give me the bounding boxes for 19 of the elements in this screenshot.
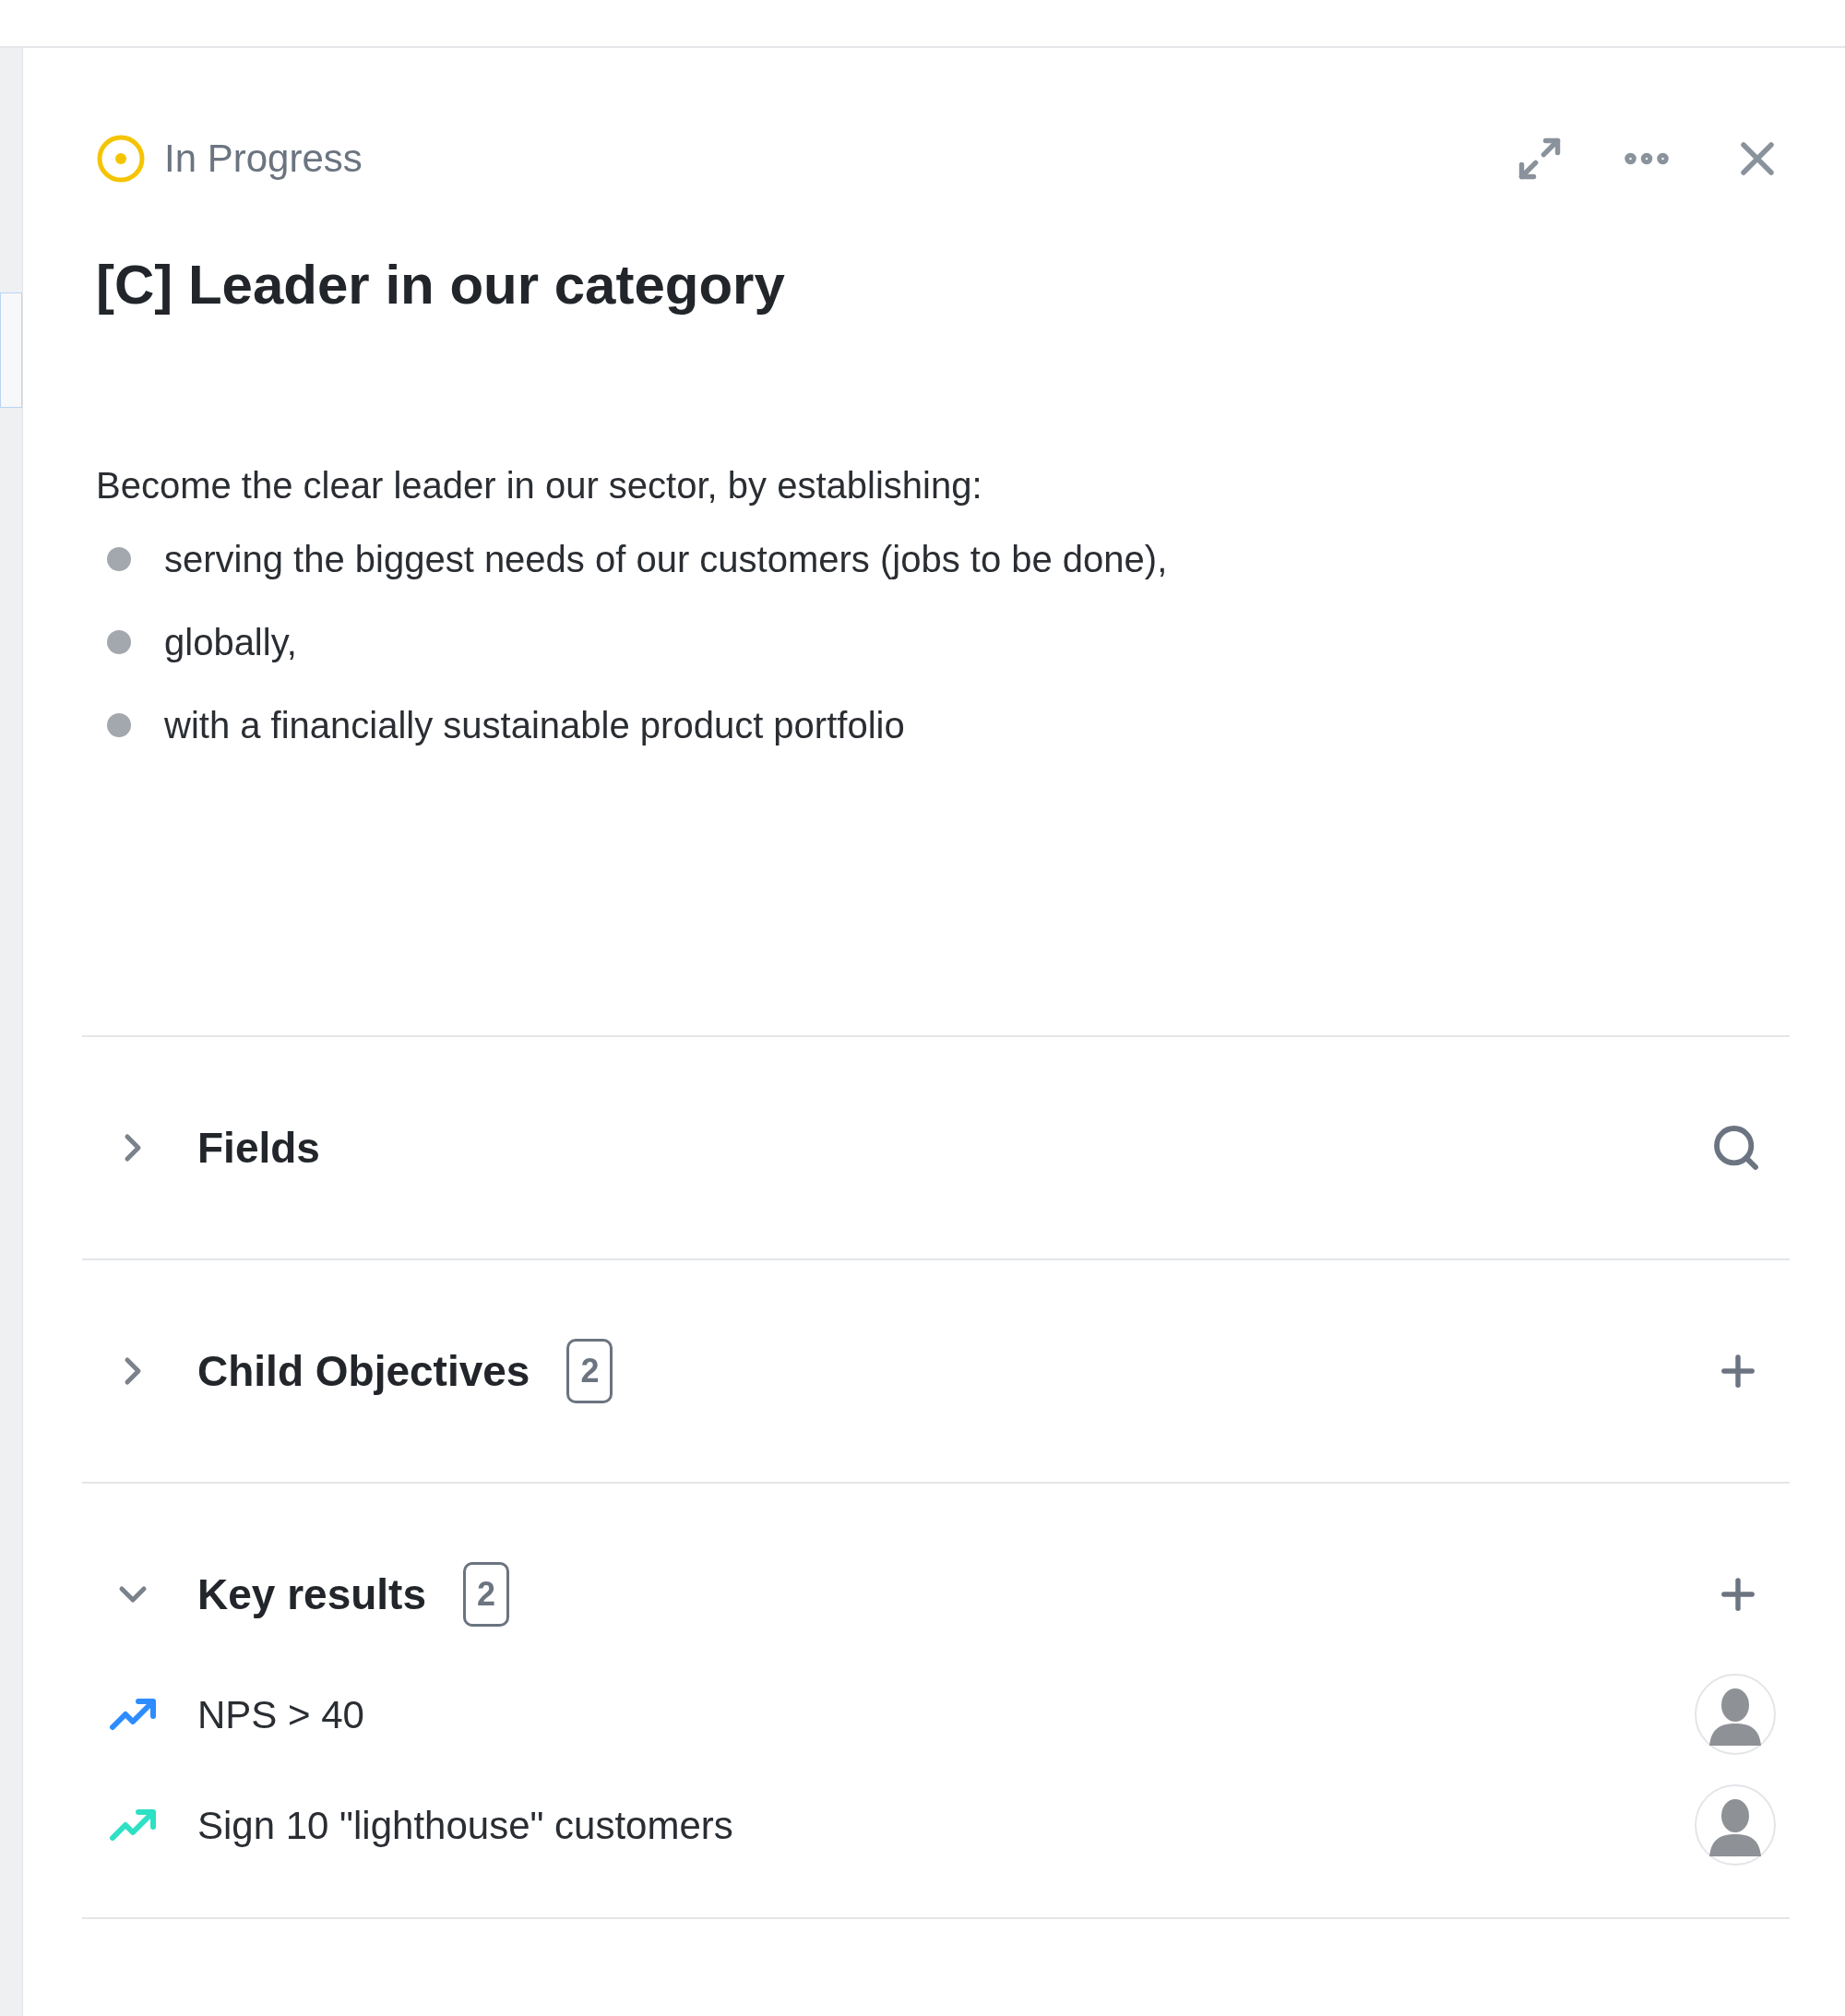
avatar-icon[interactable]	[1695, 1784, 1776, 1866]
key-result-label[interactable]: Sign 10 "lighthouse" customers	[197, 1795, 733, 1855]
description-bullet: serving the biggest needs of our customers (jobs to be done),	[164, 538, 1168, 581]
description-bullet: globally,	[164, 621, 297, 664]
description-intro: Become the clear leader in our sector, by establishing:	[96, 464, 983, 507]
count-badge: 2	[566, 1339, 613, 1403]
key-result-label[interactable]: NPS > 40	[197, 1685, 364, 1744]
bullet-icon	[107, 547, 131, 571]
section-title[interactable]: Child Objectives	[197, 1339, 530, 1403]
description-bullet: with a financially sustainable product portfolio	[164, 704, 905, 747]
status-label[interactable]: In Progress	[164, 129, 363, 187]
avatar-icon[interactable]	[1695, 1674, 1776, 1755]
status-icon	[96, 133, 146, 184]
section-title[interactable]: Key results	[197, 1562, 426, 1627]
bullet-icon	[107, 713, 131, 737]
section-title[interactable]: Fields	[197, 1115, 320, 1180]
bullet-icon	[107, 630, 131, 654]
count-badge: 2	[463, 1562, 510, 1627]
objective-title: [C] Leader in our category	[96, 253, 786, 317]
